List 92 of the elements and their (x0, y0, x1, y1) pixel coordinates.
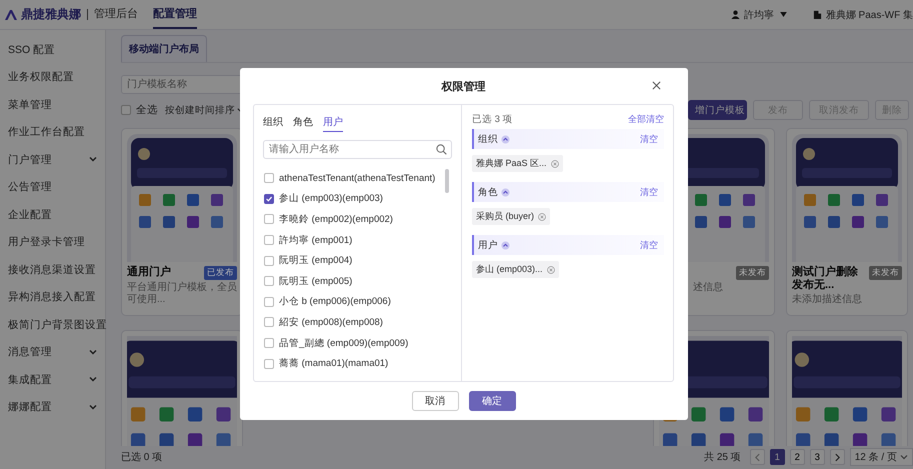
checkbox[interactable] (121, 105, 131, 115)
checkbox[interactable] (264, 338, 274, 348)
page-size-select[interactable]: 12 条 / 页 (850, 448, 913, 466)
tenant-name[interactable]: 雅典娜 Paas-WF 集 (826, 8, 913, 22)
checkbox[interactable] (264, 214, 274, 224)
sidebar-item[interactable]: 异构消息接入配置 (0, 284, 105, 311)
user-option[interactable]: 阮明玉 (emp004) (279, 254, 352, 268)
remove-icon[interactable] (538, 212, 546, 220)
checkbox[interactable] (264, 256, 274, 266)
chevron-left-icon[interactable] (754, 452, 760, 462)
total-count: 共 25 项 (704, 450, 741, 464)
user-option[interactable]: 李曉鈴 (emp002)(emp002) (279, 212, 393, 226)
group-title: 组织 (478, 132, 498, 146)
page-button[interactable]: 2 (790, 449, 805, 465)
user-option[interactable]: 許均寧 (emp001) (279, 234, 352, 247)
user-option[interactable]: 品管_副總 (emp009)(emp009) (279, 336, 408, 350)
sidebar-item[interactable]: 业务权限配置 (0, 64, 105, 91)
group-title: 角色 (478, 186, 498, 198)
template-card[interactable]: 测试门户删除发布无... 未发布 未添加描述信息 (786, 128, 908, 316)
checkbox[interactable] (264, 235, 274, 246)
dialog-tab[interactable]: 用户 (323, 115, 343, 132)
user-search-field[interactable]: 请输入用户名称 (263, 140, 452, 159)
user-option[interactable]: 紹安 (emp008)(emp008) (279, 316, 383, 329)
dialog-button[interactable]: 确定 (468, 391, 516, 411)
chip-label: 雅典娜 PaaS 区... (476, 157, 547, 170)
close-icon[interactable] (652, 81, 661, 90)
next-page-button[interactable] (830, 449, 845, 465)
sidebar-item[interactable]: 集成配置 (0, 366, 105, 394)
search-icon[interactable] (436, 144, 447, 155)
user-icon (730, 10, 740, 19)
dialog-tab[interactable]: 角色 (293, 115, 313, 132)
user-option[interactable]: athenaTestTenant(athenaTestTenant) (279, 172, 436, 184)
selected-count: 已选 0 项 (121, 450, 162, 464)
user-option[interactable]: 小仓 b (emp006)(emp006) (279, 295, 391, 308)
user-menu[interactable]: 許均寧 (744, 8, 774, 22)
logo-icon (4, 8, 18, 20)
previous-page-button[interactable] (750, 449, 765, 465)
collapse-icon[interactable] (501, 134, 510, 144)
sidebar-item[interactable]: 极简门户背景图设置 (0, 311, 105, 338)
user-option[interactable]: 蕎蕎 (mama01)(mama01) (279, 357, 388, 370)
card-title: 测试门户删除发布无... (792, 266, 859, 292)
nav-tab[interactable]: 配置管理 (153, 0, 197, 29)
chevron-right-icon[interactable] (834, 452, 840, 462)
checkbox[interactable] (264, 194, 274, 204)
dialog-title: 权限管理 (442, 80, 486, 94)
checkbox[interactable] (264, 358, 274, 369)
collapse-icon[interactable] (501, 188, 510, 196)
clear-all-link[interactable]: 全部清空 (628, 113, 664, 126)
chevron-down-icon[interactable] (900, 454, 908, 460)
dialog-button[interactable]: 取消 (412, 391, 458, 411)
sidebar-item[interactable]: 门户管理 (0, 146, 105, 174)
dialog-tab[interactable]: 组织 (263, 115, 283, 132)
building-icon (812, 10, 822, 19)
group-title: 用户 (478, 238, 498, 252)
sidebar-item[interactable]: 作业工作台配置 (0, 118, 105, 146)
status-badge: 已发布 (204, 266, 237, 280)
card-title: 通用门户 (127, 266, 172, 279)
sidebar-item[interactable]: 消息管理 (0, 338, 105, 366)
sidebar-item[interactable]: SSO 配置 (0, 36, 105, 64)
remove-icon[interactable] (550, 160, 559, 168)
template-card[interactable]: 通用门户 已发布 平台通用门户模板，全员可使用... (121, 128, 243, 316)
card-description: 述信息 (693, 282, 724, 294)
user-option[interactable]: 参山 (emp003)(emp003) (279, 192, 383, 206)
card-description: 未添加描述信息 (792, 294, 863, 306)
sidebar-item[interactable]: 用户登录卡管理 (0, 228, 105, 256)
toolbar-button[interactable]: 增门户模板 (688, 100, 747, 120)
sidebar-item[interactable]: 菜单管理 (0, 91, 105, 118)
tab[interactable]: 移动端门户布局 (121, 35, 207, 62)
scrollbar-thumb[interactable] (445, 169, 449, 193)
sidebar-item[interactable]: 企业配置 (0, 201, 105, 228)
checkbox[interactable] (264, 276, 274, 286)
logo-text: 鼎捷雅典娜 (21, 6, 81, 23)
card-description: 平台通用门户模板，全员可使用... (127, 282, 237, 306)
chip-label: 参山 (emp003)... (476, 263, 543, 276)
chip-label: 采购员 (buyer) (476, 210, 534, 223)
sidebar-item[interactable]: 公告管理 (0, 174, 105, 201)
select-all-label[interactable]: 全选 (136, 103, 158, 117)
checkbox[interactable] (264, 317, 274, 328)
user-option[interactable]: 阮明玉 (emp005) (279, 274, 352, 288)
status-badge: 未发布 (869, 266, 902, 280)
page-button[interactable]: 1 (770, 449, 785, 465)
checkbox[interactable] (264, 296, 274, 307)
checkbox[interactable] (264, 173, 274, 184)
app-name: 管理后台 (87, 9, 138, 20)
status-badge: 未发布 (736, 266, 769, 280)
page-button[interactable]: 3 (810, 449, 825, 465)
remove-icon[interactable] (546, 266, 555, 274)
selected-summary: 已选 3 项 (472, 113, 513, 126)
collapse-icon[interactable] (501, 240, 510, 250)
caret-icon[interactable] (780, 12, 787, 17)
sidebar-item[interactable]: 接收消息渠道设置 (0, 256, 105, 284)
sidebar-item[interactable]: 娜娜配置 (0, 394, 105, 421)
